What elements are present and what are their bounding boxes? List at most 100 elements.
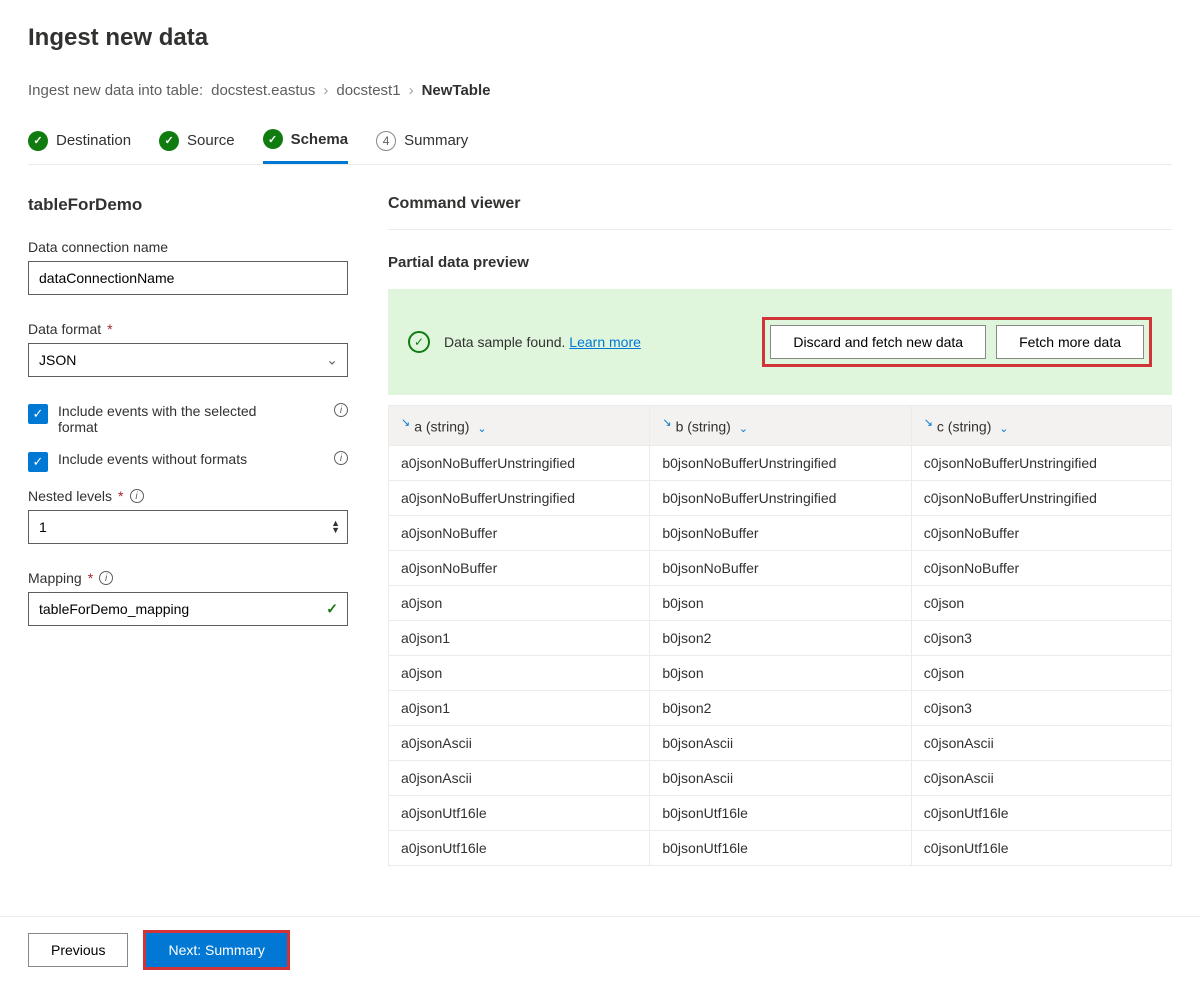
table-row: a0json1b0json2c0json3 xyxy=(389,690,1172,725)
data-preview-table: ↘a (string) ⌄↘b (string) ⌄↘c (string) ⌄ … xyxy=(388,405,1172,866)
chevron-right-icon: › xyxy=(323,82,328,99)
info-icon[interactable]: i xyxy=(99,571,113,585)
chevron-down-icon: ⌄ xyxy=(999,423,1008,435)
step-label: Destination xyxy=(56,132,131,149)
connection-name-input[interactable] xyxy=(28,261,348,295)
checkbox-checked-icon xyxy=(28,452,48,472)
table-cell: b0json2 xyxy=(650,690,911,725)
breadcrumb: Ingest new data into table: docstest.eas… xyxy=(28,82,1172,99)
wizard-footer: Previous Next: Summary xyxy=(0,916,1200,983)
table-cell: c0jsonNoBuffer xyxy=(911,515,1171,550)
column-type-icon: ↘ xyxy=(924,417,933,429)
table-cell: b0jsonUtf16le xyxy=(650,795,911,830)
success-icon xyxy=(408,331,430,353)
wizard-steps: Destination Source Schema 4 Summary xyxy=(28,129,1172,165)
data-format-select[interactable] xyxy=(28,343,348,377)
table-cell: b0json xyxy=(650,585,911,620)
step-schema[interactable]: Schema xyxy=(263,129,349,164)
table-row: a0jsonNoBufferb0jsonNoBufferc0jsonNoBuff… xyxy=(389,550,1172,585)
check-icon: ✓ xyxy=(326,601,338,618)
column-header[interactable]: ↘c (string) ⌄ xyxy=(911,406,1171,446)
table-cell: b0jsonNoBuffer xyxy=(650,515,911,550)
step-label: Summary xyxy=(404,132,468,149)
connection-name-label: Data connection name xyxy=(28,239,348,255)
chevron-down-icon: ⌄ xyxy=(739,423,748,435)
table-cell: c0json3 xyxy=(911,690,1171,725)
breadcrumb-item[interactable]: docstest1 xyxy=(336,82,400,99)
step-label: Source xyxy=(187,132,235,149)
column-type-icon: ↘ xyxy=(401,417,410,429)
check-icon xyxy=(28,131,48,151)
mapping-select[interactable] xyxy=(28,592,348,626)
next-summary-button[interactable]: Next: Summary xyxy=(146,933,286,967)
table-cell: c0jsonUtf16le xyxy=(911,795,1171,830)
table-cell: a0jsonNoBuffer xyxy=(389,515,650,550)
checkbox-label: Include events with the selected format xyxy=(58,403,288,435)
table-row: a0jsonb0jsonc0json xyxy=(389,655,1172,690)
table-row: a0jsonNoBufferUnstringifiedb0jsonNoBuffe… xyxy=(389,480,1172,515)
partial-preview-heading: Partial data preview xyxy=(388,254,1172,271)
info-icon[interactable]: i xyxy=(334,451,348,465)
table-cell: a0json xyxy=(389,585,650,620)
table-row: a0json1b0json2c0json3 xyxy=(389,620,1172,655)
table-cell: b0jsonNoBuffer xyxy=(650,550,911,585)
page-title: Ingest new data xyxy=(28,24,1172,52)
table-cell: c0jsonNoBufferUnstringified xyxy=(911,480,1171,515)
step-number-icon: 4 xyxy=(376,131,396,151)
chevron-right-icon: › xyxy=(409,82,414,99)
table-row: a0jsonb0jsonc0json xyxy=(389,585,1172,620)
data-format-label: Data format* xyxy=(28,321,348,337)
include-without-format-checkbox[interactable]: Include events without formats i xyxy=(28,451,348,472)
table-cell: a0json xyxy=(389,655,650,690)
table-name-heading: tableForDemo xyxy=(28,195,348,215)
table-row: a0jsonUtf16leb0jsonUtf16lec0jsonUtf16le xyxy=(389,830,1172,865)
table-cell: c0jsonAscii xyxy=(911,760,1171,795)
info-icon[interactable]: i xyxy=(130,489,144,503)
mapping-label: Mapping* i xyxy=(28,570,348,586)
nested-levels-label: Nested levels* i xyxy=(28,488,348,504)
discard-fetch-button[interactable]: Discard and fetch new data xyxy=(770,325,986,359)
nested-levels-input[interactable] xyxy=(28,510,348,544)
table-cell: a0jsonNoBufferUnstringified xyxy=(389,445,650,480)
table-cell: c0json3 xyxy=(911,620,1171,655)
table-row: a0jsonUtf16leb0jsonUtf16lec0jsonUtf16le xyxy=(389,795,1172,830)
fetch-more-button[interactable]: Fetch more data xyxy=(996,325,1144,359)
table-cell: b0jsonNoBufferUnstringified xyxy=(650,445,911,480)
table-cell: b0jsonAscii xyxy=(650,760,911,795)
breadcrumb-item[interactable]: docstest.eastus xyxy=(211,82,315,99)
include-selected-format-checkbox[interactable]: Include events with the selected format … xyxy=(28,403,348,435)
previous-button[interactable]: Previous xyxy=(28,933,128,967)
column-header[interactable]: ↘b (string) ⌄ xyxy=(650,406,911,446)
table-cell: a0jsonNoBuffer xyxy=(389,550,650,585)
table-cell: a0jsonAscii xyxy=(389,760,650,795)
table-cell: a0json1 xyxy=(389,620,650,655)
table-cell: a0jsonUtf16le xyxy=(389,795,650,830)
table-row: a0jsonAsciib0jsonAsciic0jsonAscii xyxy=(389,760,1172,795)
breadcrumb-prefix: Ingest new data into table: xyxy=(28,82,203,99)
step-source[interactable]: Source xyxy=(159,131,235,163)
table-row: a0jsonNoBufferb0jsonNoBufferc0jsonNoBuff… xyxy=(389,515,1172,550)
table-cell: b0jsonNoBufferUnstringified xyxy=(650,480,911,515)
table-cell: b0json xyxy=(650,655,911,690)
table-row: a0jsonNoBufferUnstringifiedb0jsonNoBuffe… xyxy=(389,445,1172,480)
table-cell: c0jsonNoBufferUnstringified xyxy=(911,445,1171,480)
checkbox-checked-icon xyxy=(28,404,48,424)
step-summary[interactable]: 4 Summary xyxy=(376,131,468,163)
column-header[interactable]: ↘a (string) ⌄ xyxy=(389,406,650,446)
table-cell: b0jsonAscii xyxy=(650,725,911,760)
info-icon[interactable]: i xyxy=(334,403,348,417)
step-destination[interactable]: Destination xyxy=(28,131,131,163)
table-cell: a0json1 xyxy=(389,690,650,725)
chevron-down-icon: ⌄ xyxy=(477,423,486,435)
table-cell: c0jsonUtf16le xyxy=(911,830,1171,865)
step-label: Schema xyxy=(291,131,349,148)
table-cell: a0jsonUtf16le xyxy=(389,830,650,865)
checkbox-label: Include events without formats xyxy=(58,451,247,467)
check-icon xyxy=(159,131,179,151)
command-viewer-heading[interactable]: Command viewer xyxy=(388,195,1172,230)
table-cell: a0jsonNoBufferUnstringified xyxy=(389,480,650,515)
table-cell: c0json xyxy=(911,585,1171,620)
learn-more-link[interactable]: Learn more xyxy=(569,334,641,350)
table-cell: c0jsonNoBuffer xyxy=(911,550,1171,585)
banner-text: Data sample found. Learn more xyxy=(444,334,641,350)
